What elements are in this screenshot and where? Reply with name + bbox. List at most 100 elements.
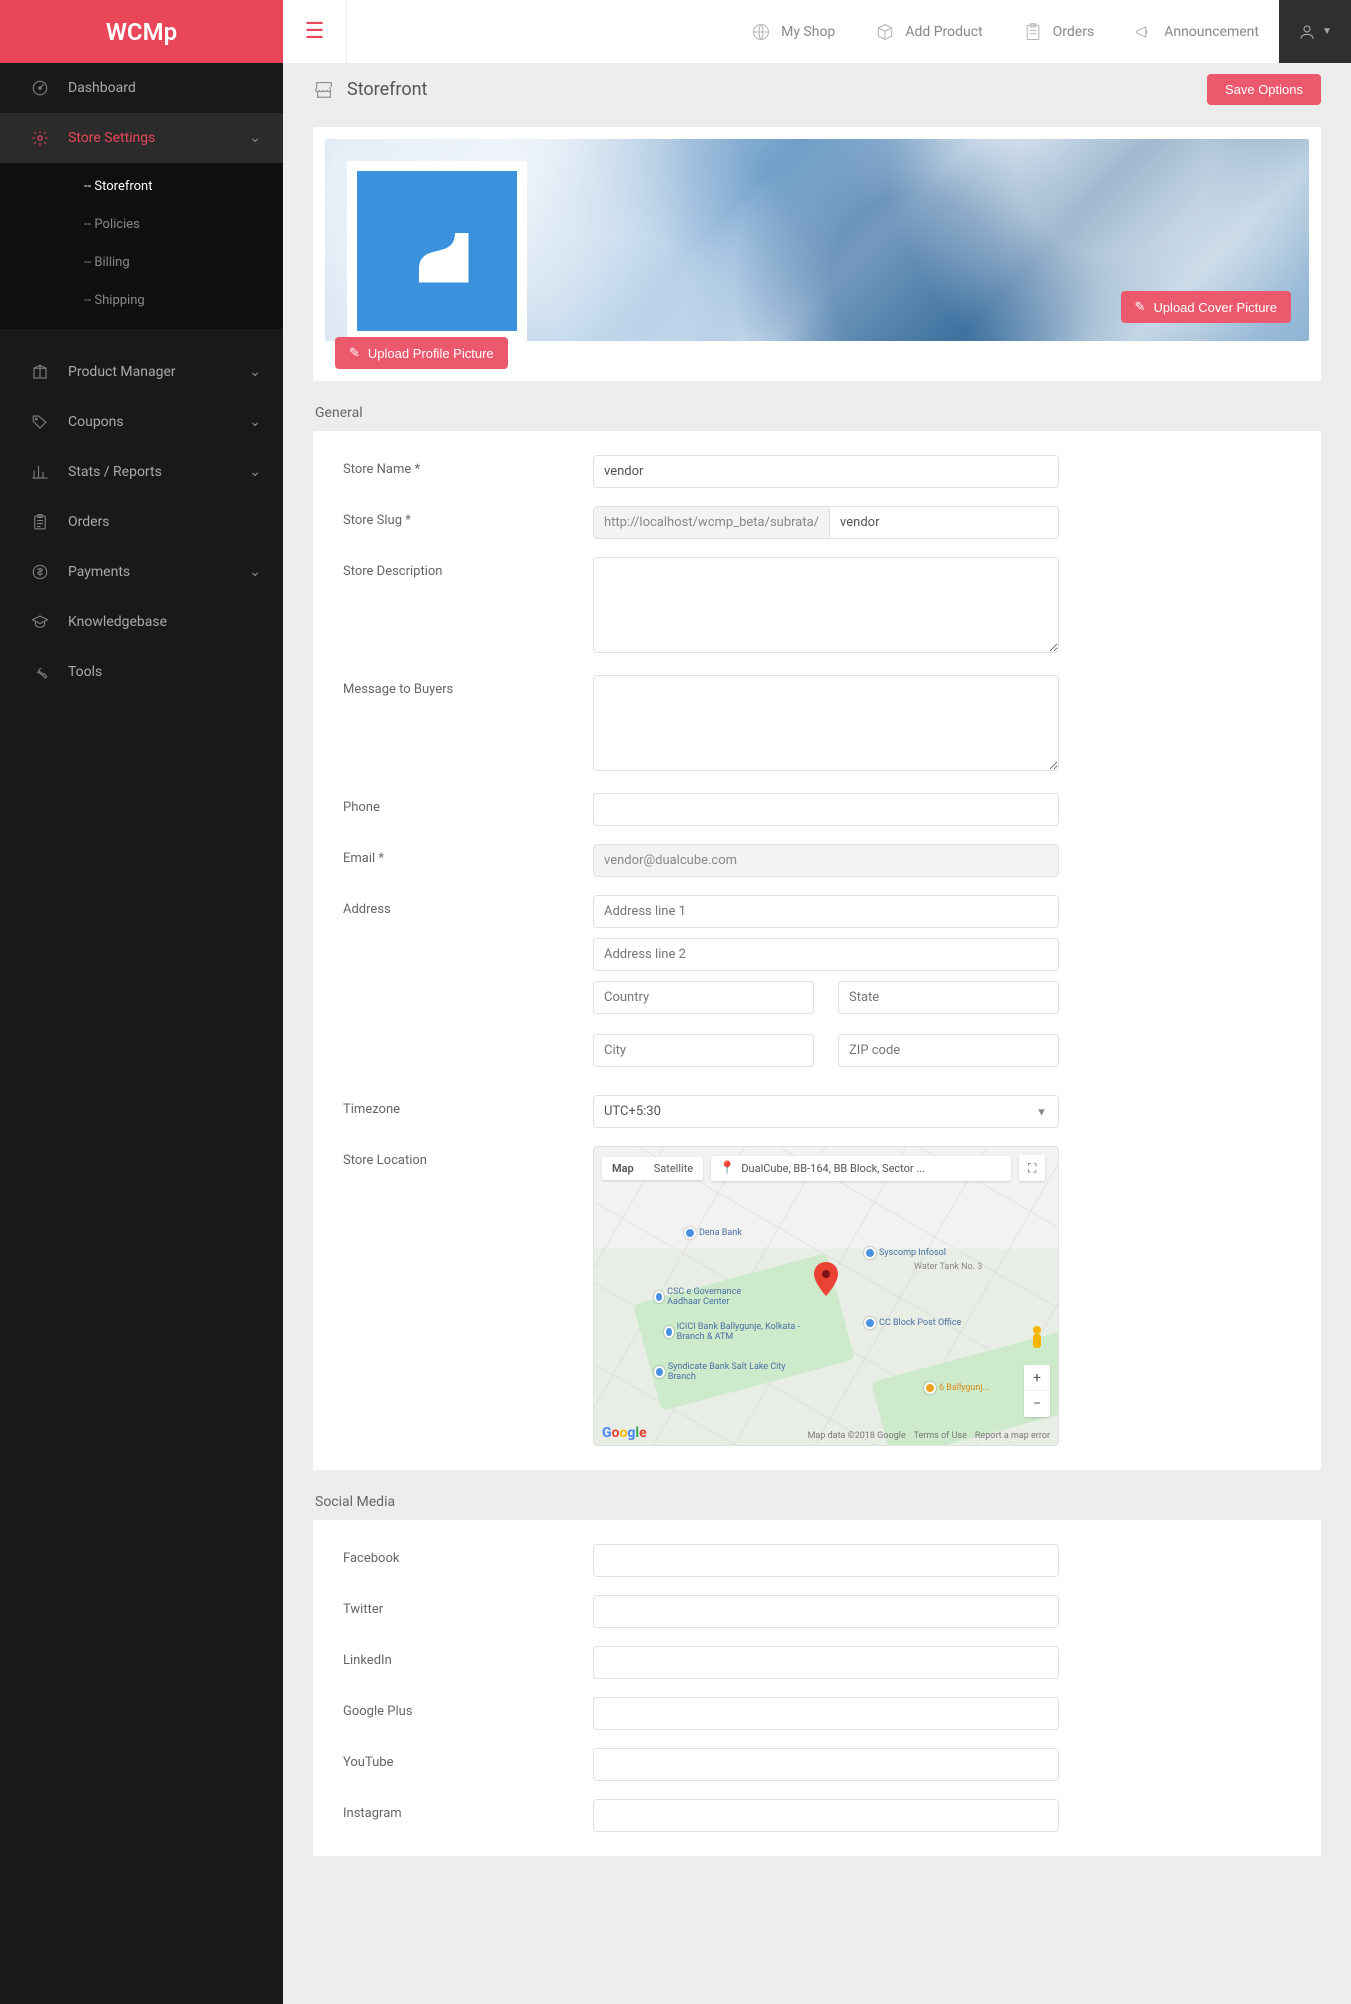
map-report-link[interactable]: Report a map error	[975, 1431, 1050, 1441]
map-pegman-icon[interactable]	[1028, 1325, 1046, 1353]
email-label: Email *	[343, 844, 593, 877]
sidebar-subitem-shipping[interactable]: -- Shipping	[0, 281, 283, 319]
section-title-general: General	[313, 405, 1321, 421]
linkedin-label[interactable]: LinkedIn	[343, 1646, 593, 1679]
dashboard-icon	[30, 78, 50, 98]
button-label: Upload Cover Picture	[1153, 300, 1277, 315]
map-poi-label: CSC e Governance Aadhaar Center	[667, 1287, 774, 1307]
state-input[interactable]	[838, 981, 1059, 1014]
google-logo: Google	[602, 1425, 647, 1441]
store-slug-label: Store Slug *	[343, 506, 593, 539]
sidebar-item-label: Dashboard	[68, 80, 136, 96]
zip-input[interactable]	[838, 1034, 1059, 1067]
sidebar-item-dashboard[interactable]: Dashboard	[0, 63, 283, 113]
chevron-down-icon: ⌄	[249, 564, 261, 580]
instagram-label[interactable]: Instagram	[343, 1799, 593, 1832]
sidebar-item-tools[interactable]: Tools	[0, 647, 283, 697]
general-form-panel: Store Name * Store Slug * http://localho…	[313, 431, 1321, 1470]
map-tab-map[interactable]: Map	[602, 1157, 644, 1180]
page-title: Storefront	[347, 79, 1207, 100]
plus-icon: +	[1033, 1370, 1041, 1386]
sidebar-item-label: Coupons	[68, 414, 124, 430]
facebook-label[interactable]: Facebook	[343, 1544, 593, 1577]
linkedin-input[interactable]	[593, 1646, 1059, 1679]
content: Storefront Save Options ✎	[283, 63, 1351, 1916]
map-poi-label: CC Block Post Office	[879, 1318, 961, 1328]
toplink-label: Announcement	[1164, 24, 1259, 40]
clipboard-icon	[1023, 22, 1043, 42]
upload-cover-button[interactable]: ✎ Upload Cover Picture	[1121, 291, 1291, 323]
facebook-input[interactable]	[593, 1544, 1059, 1577]
twitter-input[interactable]	[593, 1595, 1059, 1628]
country-input[interactable]	[593, 981, 814, 1014]
google-plus-input[interactable]	[593, 1697, 1059, 1730]
globe-icon	[751, 22, 771, 42]
map-marker-icon	[814, 1262, 838, 1296]
store-description-input[interactable]	[593, 557, 1059, 653]
sidebar-item-product-manager[interactable]: Product Manager ⌄	[0, 347, 283, 397]
toplink-orders[interactable]: Orders	[1003, 0, 1115, 63]
store-slug-input[interactable]	[829, 506, 1059, 539]
sidebar-item-orders[interactable]: Orders	[0, 497, 283, 547]
toplink-my-shop[interactable]: My Shop	[731, 0, 855, 63]
menu-toggle-button[interactable]: ☰	[283, 0, 347, 63]
store-description-label: Store Description	[343, 557, 593, 657]
youtube-input[interactable]	[593, 1748, 1059, 1781]
sidebar-item-coupons[interactable]: Coupons ⌄	[0, 397, 283, 447]
fullscreen-icon: ⛶	[1028, 1161, 1036, 1176]
map-zoom-out-button[interactable]: −	[1024, 1391, 1050, 1417]
profile-picture	[347, 161, 527, 341]
sidebar-submenu-store-settings: -- Storefront -- Policies -- Billing -- …	[0, 163, 283, 329]
save-options-button[interactable]: Save Options	[1207, 74, 1321, 105]
map-search-box[interactable]: 📍	[711, 1156, 1011, 1181]
graduation-cap-icon	[30, 612, 50, 632]
store-name-input[interactable]	[593, 455, 1059, 488]
map-fullscreen-button[interactable]: ⛶	[1019, 1155, 1045, 1181]
sidebar-subitem-policies[interactable]: -- Policies	[0, 205, 283, 243]
map-pin-icon: 📍	[719, 1161, 735, 1176]
map-attribution: Map data ©2018 Google	[808, 1431, 906, 1441]
gear-icon	[30, 128, 50, 148]
hero-panel: ✎ Upload Cover Picture ✎ Upload Profile …	[313, 127, 1321, 381]
sidebar-subitem-storefront[interactable]: -- Storefront	[0, 167, 283, 205]
chevron-down-icon: ⌄	[249, 414, 261, 430]
upload-profile-button[interactable]: ✎ Upload Profile Picture	[335, 337, 508, 369]
email-input	[593, 844, 1059, 877]
map-zoom-controls: + −	[1024, 1365, 1050, 1417]
sidebar-item-knowledgebase[interactable]: Knowledgebase	[0, 597, 283, 647]
address-label: Address	[343, 895, 593, 1077]
user-menu-button[interactable]: ▼	[1279, 0, 1351, 63]
sidebar-item-label: Orders	[68, 514, 110, 530]
instagram-input[interactable]	[593, 1799, 1059, 1832]
twitter-label[interactable]: Twitter	[343, 1595, 593, 1628]
cube-icon	[875, 22, 895, 42]
sidebar-item-store-settings[interactable]: Store Settings ⌄	[0, 113, 283, 163]
address2-input[interactable]	[593, 938, 1059, 971]
message-to-buyers-input[interactable]	[593, 675, 1059, 771]
address1-input[interactable]	[593, 895, 1059, 928]
toplink-add-product[interactable]: Add Product	[855, 0, 1002, 63]
sidebar-item-label: Payments	[68, 564, 130, 580]
social-form-panel: Facebook Twitter LinkedIn Google Plus Yo…	[313, 1520, 1321, 1856]
sidebar-subitem-billing[interactable]: -- Billing	[0, 243, 283, 281]
map-zoom-in-button[interactable]: +	[1024, 1365, 1050, 1391]
timezone-select[interactable]: UTC+5:30	[593, 1095, 1059, 1128]
phone-input[interactable]	[593, 793, 1059, 826]
map-terms-link[interactable]: Terms of Use	[914, 1431, 967, 1441]
pencil-icon: ✎	[1135, 299, 1146, 315]
map-poi-label: 6 Ballygunj...	[939, 1383, 990, 1393]
toplink-announcement[interactable]: Announcement	[1114, 0, 1279, 63]
sidebar-item-payments[interactable]: Payments ⌄	[0, 547, 283, 597]
map-search-input[interactable]	[741, 1162, 1003, 1175]
user-icon	[1298, 23, 1316, 41]
clipboard-icon	[30, 512, 50, 532]
sidebar-item-stats[interactable]: Stats / Reports ⌄	[0, 447, 283, 497]
sidebar-item-label: Knowledgebase	[68, 614, 167, 630]
profile-logo-icon	[357, 171, 517, 331]
city-input[interactable]	[593, 1034, 814, 1067]
store-location-map[interactable]: Dena Bank Syscomp Infosol CSC e Governan…	[593, 1146, 1059, 1446]
google-plus-label[interactable]: Google Plus	[343, 1697, 593, 1730]
brand-logo[interactable]: WCMp	[0, 0, 283, 63]
map-tab-satellite[interactable]: Satellite	[644, 1157, 703, 1180]
youtube-label[interactable]: YouTube	[343, 1748, 593, 1781]
